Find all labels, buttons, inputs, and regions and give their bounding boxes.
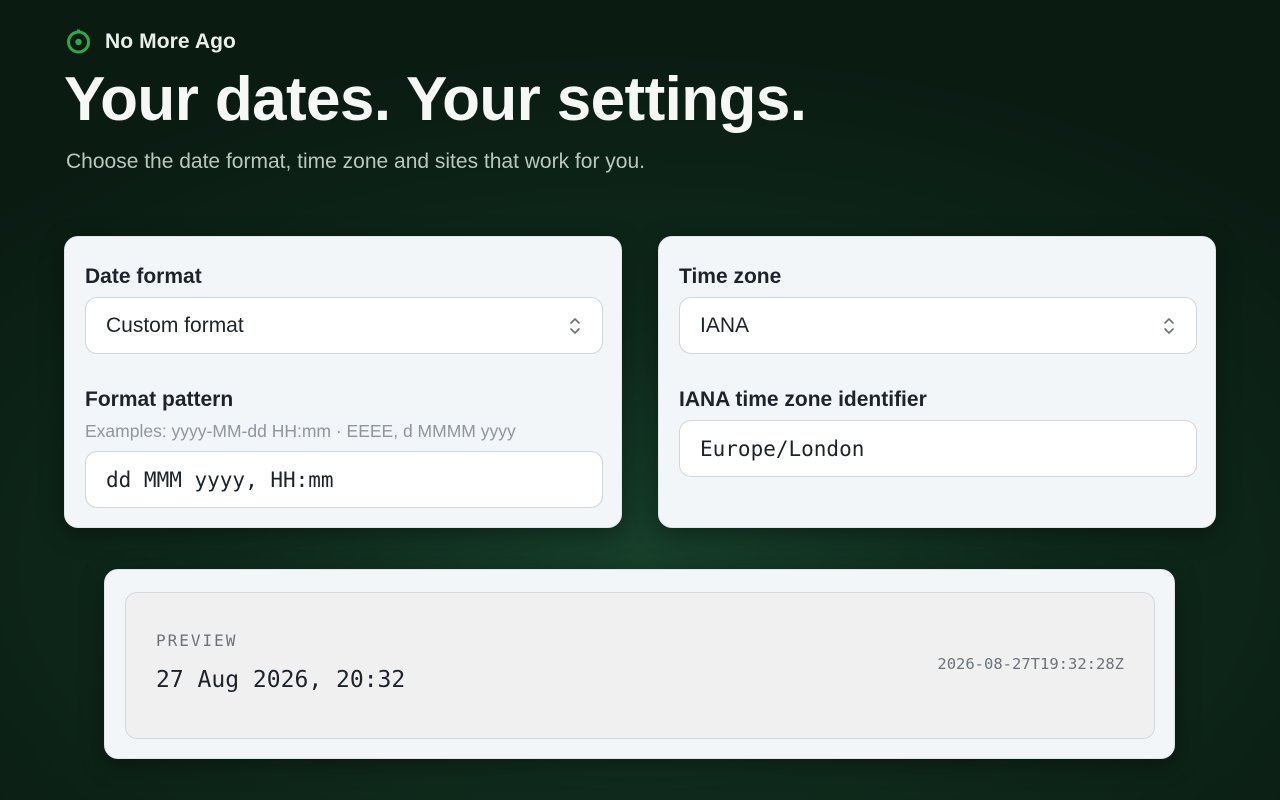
chevron-updown-icon: [570, 318, 580, 334]
time-zone-label: Time zone: [679, 265, 782, 288]
date-format-select[interactable]: Custom format: [85, 297, 603, 354]
iana-identifier-label: IANA time zone identifier: [679, 388, 927, 411]
format-pattern-input[interactable]: [85, 451, 603, 508]
time-zone-select[interactable]: IANA: [679, 297, 1197, 354]
date-format-card: Date format Custom format Format pattern…: [64, 236, 622, 528]
brand: No More Ago: [66, 29, 236, 54]
date-format-label: Date format: [85, 265, 202, 288]
time-zone-card: Time zone IANA IANA time zone identifier: [658, 236, 1216, 528]
format-pattern-hint: Examples: yyyy-MM-dd HH:mm · EEEE, d MMM…: [85, 421, 516, 441]
date-format-selected-value: Custom format: [106, 313, 244, 337]
time-zone-selected-value: IANA: [700, 313, 750, 337]
target-clock-icon: [67, 29, 90, 54]
chevron-updown-icon: [1164, 318, 1174, 334]
preview-iso-timestamp: 2026-08-27T19:32:28Z: [937, 655, 1124, 673]
preview-label: PREVIEW: [156, 631, 238, 650]
page-title: Your dates. Your settings.: [64, 65, 807, 134]
page-subtitle: Choose the date format, time zone and si…: [66, 150, 645, 173]
preview-value: 27 Aug 2026, 20:32: [156, 667, 406, 693]
preview-panel: PREVIEW 27 Aug 2026, 20:32 2026-08-27T19…: [125, 592, 1155, 739]
brand-name: No More Ago: [105, 29, 236, 53]
preview-card: PREVIEW 27 Aug 2026, 20:32 2026-08-27T19…: [104, 569, 1175, 759]
iana-identifier-input[interactable]: [679, 420, 1197, 477]
format-pattern-label: Format pattern: [85, 388, 234, 411]
